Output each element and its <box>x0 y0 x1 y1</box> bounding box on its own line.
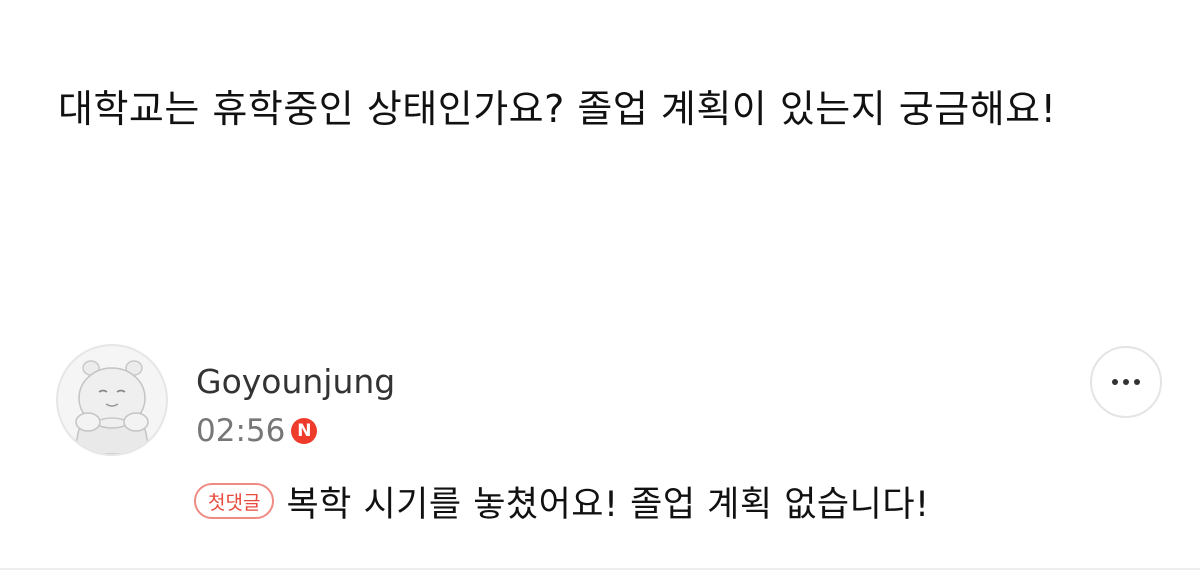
comment-item: Goyounjung 02:56 N 첫댓글 복학 시기를 놓쳤어요! 졸업 계… <box>0 0 1200 578</box>
avatar[interactable] <box>56 344 168 456</box>
more-options-button[interactable] <box>1090 346 1162 418</box>
comment-timestamp: 02:56 <box>196 413 286 449</box>
divider <box>0 568 1200 570</box>
hippo-character-avatar-icon <box>75 360 149 454</box>
first-comment-badge: 첫댓글 <box>194 483 275 519</box>
more-horizontal-icon <box>1112 379 1140 385</box>
new-badge: N <box>291 418 318 444</box>
comment-username[interactable]: Goyounjung <box>196 362 395 402</box>
comment-text: 복학 시기를 놓쳤어요! 졸업 계획 없습니다! <box>286 484 930 525</box>
comment-meta: 02:56 N <box>196 411 318 451</box>
comment-body: 첫댓글 복학 시기를 놓쳤어요! 졸업 계획 없습니다! <box>194 476 930 526</box>
